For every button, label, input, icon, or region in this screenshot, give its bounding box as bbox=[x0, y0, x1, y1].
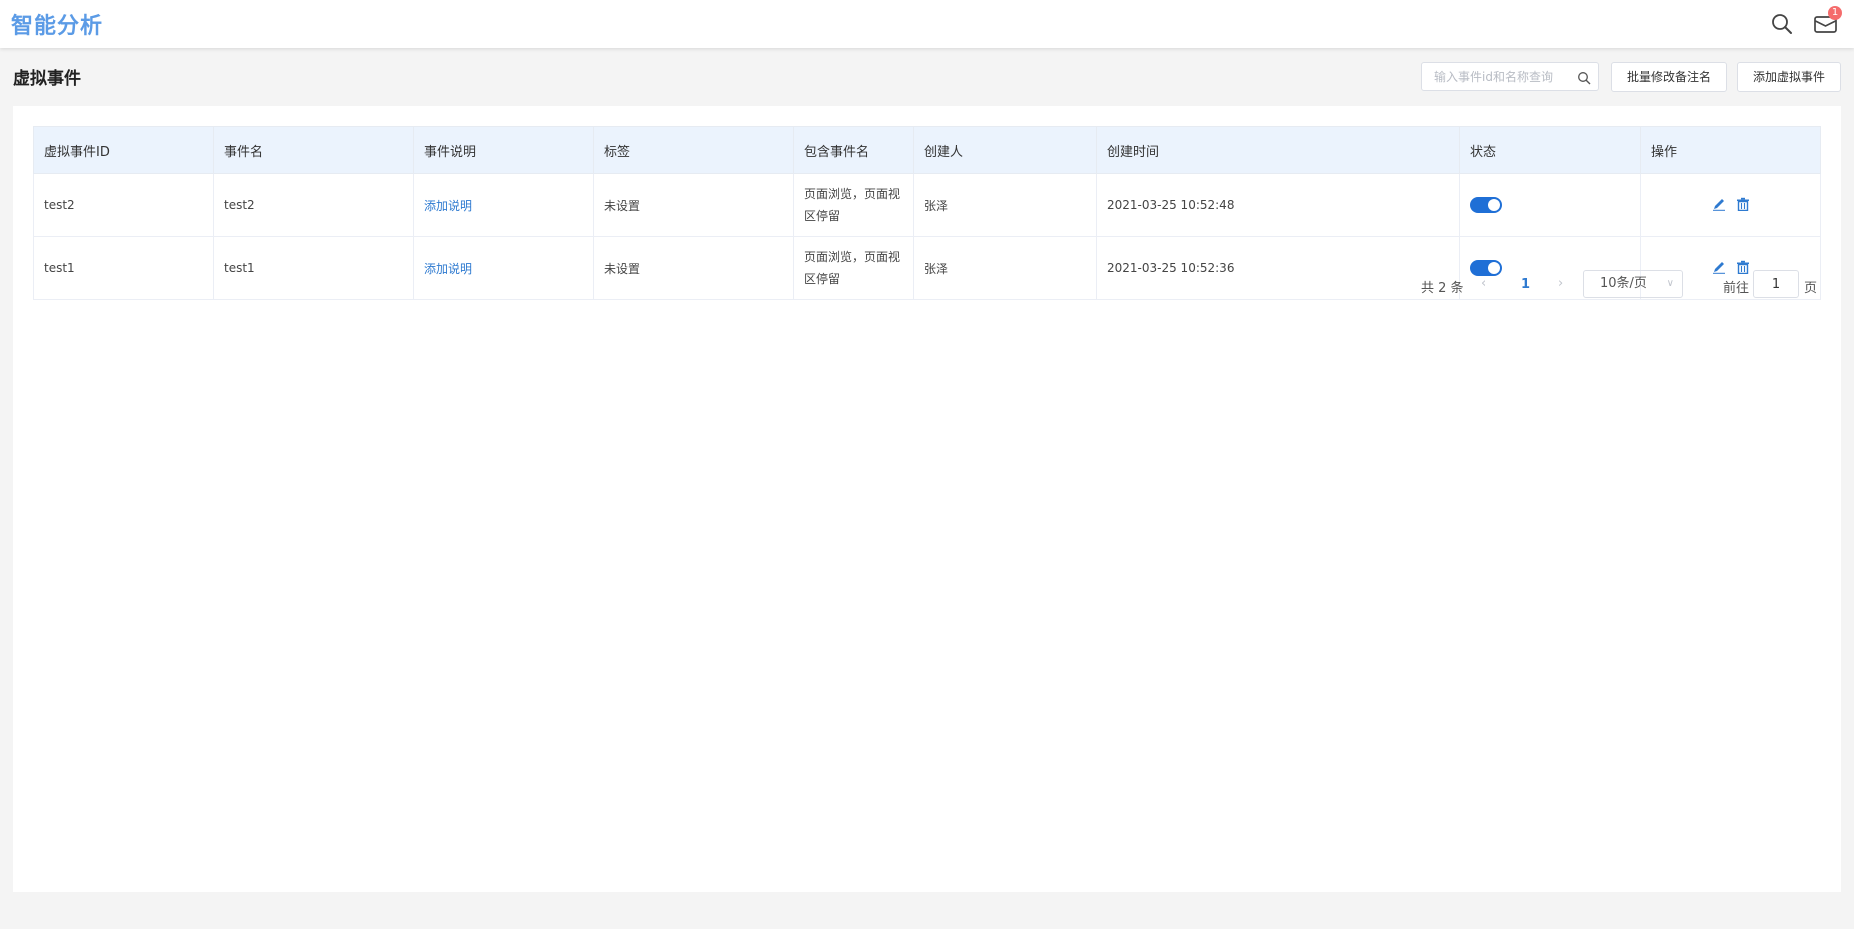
event-search-field[interactable] bbox=[1421, 62, 1599, 91]
column-header: 操作 bbox=[1640, 126, 1821, 174]
edit-icon[interactable] bbox=[1712, 197, 1726, 211]
page-title: 虚拟事件 bbox=[13, 69, 81, 89]
column-header: 创建人 bbox=[913, 126, 1097, 174]
notification-badge: 1 bbox=[1828, 6, 1842, 20]
total-count: 共 2 条 bbox=[1421, 281, 1464, 296]
event-id-cell: test2 bbox=[33, 173, 214, 237]
table-header-row: 虚拟事件ID 事件名 事件说明 标签 包含事件名 创建人 创建时间 状态 操作 bbox=[33, 126, 1821, 174]
column-header: 事件名 bbox=[213, 126, 414, 174]
event-search-input[interactable] bbox=[1434, 68, 1574, 86]
column-header: 状态 bbox=[1459, 126, 1641, 174]
add-description-link[interactable]: 添加说明 bbox=[424, 199, 472, 213]
chevron-right-icon[interactable]: › bbox=[1558, 276, 1563, 291]
page-number-current[interactable]: 1 bbox=[1521, 277, 1530, 292]
page-suffix-label: 页 bbox=[1804, 281, 1818, 296]
table-row: test2 test2 添加说明 未设置 页面浏览，页面视区停留 张泽 2021… bbox=[33, 173, 1821, 237]
page-size-select[interactable]: 10条/页 ∨ bbox=[1583, 270, 1683, 298]
page-size-value: 10条/页 bbox=[1600, 276, 1647, 291]
pagination: 共 2 条 ‹ 1 › 10条/页 ∨ 前往 页 bbox=[13, 270, 1841, 300]
column-header: 虚拟事件ID bbox=[33, 126, 214, 174]
batch-edit-remark-button[interactable]: 批量修改备注名 bbox=[1611, 62, 1727, 92]
event-name-cell: test2 bbox=[213, 173, 414, 237]
column-header: 包含事件名 bbox=[793, 126, 914, 174]
column-header: 事件说明 bbox=[413, 126, 594, 174]
actions-cell bbox=[1640, 173, 1821, 237]
delete-icon[interactable] bbox=[1736, 197, 1750, 211]
created-time-cell: 2021-03-25 10:52:48 bbox=[1096, 173, 1460, 237]
status-toggle[interactable] bbox=[1470, 197, 1502, 213]
creator-cell: 张泽 bbox=[913, 173, 1097, 237]
column-header: 创建时间 bbox=[1096, 126, 1460, 174]
add-virtual-event-button[interactable]: 添加虚拟事件 bbox=[1737, 62, 1841, 92]
chevron-down-icon: ∨ bbox=[1666, 278, 1674, 289]
column-header: 标签 bbox=[593, 126, 794, 174]
status-cell bbox=[1459, 173, 1641, 237]
included-events-cell: 页面浏览，页面视区停留 bbox=[793, 173, 914, 237]
app-logo-title: 智能分析 bbox=[11, 13, 104, 39]
search-icon[interactable] bbox=[1577, 70, 1591, 85]
content-card: 虚拟事件ID 事件名 事件说明 标签 包含事件名 创建人 创建时间 状态 操作 … bbox=[13, 106, 1841, 892]
search-icon[interactable] bbox=[1770, 12, 1794, 36]
event-desc-cell: 添加说明 bbox=[413, 173, 594, 237]
chevron-left-icon[interactable]: ‹ bbox=[1481, 276, 1486, 291]
top-bar: 智能分析 1 bbox=[0, 0, 1854, 48]
page-jump-input[interactable] bbox=[1753, 270, 1799, 298]
tag-cell: 未设置 bbox=[593, 173, 794, 237]
goto-label: 前往 bbox=[1723, 281, 1750, 296]
